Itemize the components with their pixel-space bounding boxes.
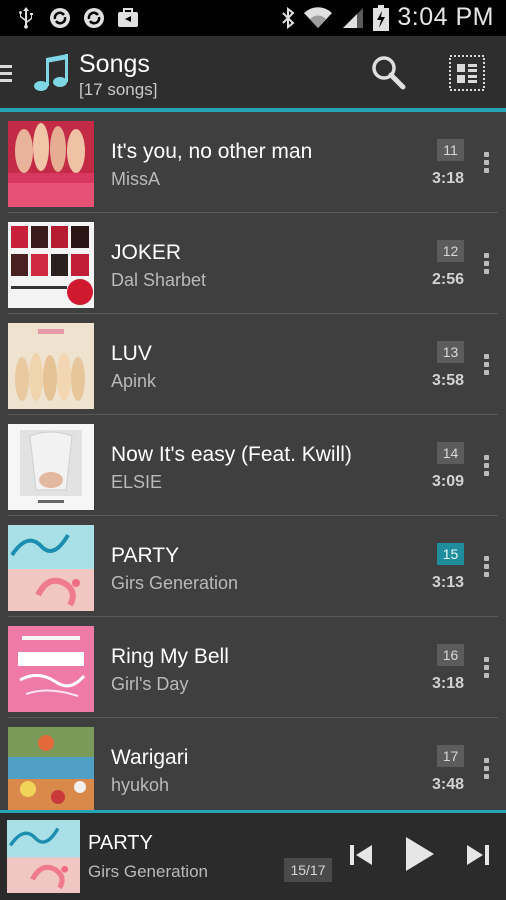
more-options-icon[interactable] xyxy=(484,556,490,578)
music-note-icon[interactable] xyxy=(32,54,70,94)
album-art xyxy=(8,626,94,712)
status-time: 3:04 PM xyxy=(397,3,494,31)
sync-icon xyxy=(84,8,104,28)
album-art xyxy=(8,222,94,308)
next-track-icon[interactable] xyxy=(465,842,491,868)
previous-track-icon[interactable] xyxy=(348,842,374,868)
list-item[interactable]: JOKER Dal Sharbet 12 2:56 xyxy=(0,213,506,314)
play-icon[interactable] xyxy=(402,835,436,873)
track-number-badge: 16 xyxy=(437,644,464,666)
more-options-icon[interactable] xyxy=(484,657,490,679)
track-number-badge: 14 xyxy=(437,442,464,464)
album-art xyxy=(8,525,94,611)
song-artist: MissA xyxy=(111,169,160,189)
track-number-badge: 12 xyxy=(437,240,464,262)
album-art xyxy=(8,323,94,409)
now-playing-artist: Girs Generation xyxy=(88,862,208,881)
search-icon[interactable] xyxy=(370,54,406,90)
more-options-icon[interactable] xyxy=(484,455,490,477)
sync-icon xyxy=(50,8,70,28)
song-duration: 2:56 xyxy=(431,271,464,288)
song-duration: 3:18 xyxy=(431,170,464,187)
now-playing-album-art[interactable] xyxy=(7,820,80,893)
song-title: PARTY xyxy=(111,544,180,567)
view-mode-icon[interactable] xyxy=(448,54,486,92)
list-item[interactable]: Now It's easy (Feat. Kwill) ELSIE 14 3:0… xyxy=(0,415,506,516)
album-art xyxy=(8,121,94,207)
more-options-icon[interactable] xyxy=(484,152,490,174)
song-duration: 3:09 xyxy=(431,473,464,490)
track-number-badge: 11 xyxy=(437,139,464,161)
track-number-badge: 17 xyxy=(437,745,464,767)
song-title: Now It's easy (Feat. Kwill) xyxy=(111,443,352,466)
song-title: Warigari xyxy=(111,746,189,769)
now-playing-bar[interactable]: PARTY Girs Generation 15/17 xyxy=(0,810,506,900)
page-title: Songs xyxy=(79,50,150,78)
signal-icon xyxy=(343,7,364,28)
song-count: [17 songs] xyxy=(79,80,158,99)
track-number-badge: 15 xyxy=(437,543,464,565)
drawer-menu-icon[interactable] xyxy=(0,64,12,82)
album-art xyxy=(8,727,94,812)
song-artist: Girl's Day xyxy=(111,674,189,694)
song-title: LUV xyxy=(111,342,152,365)
more-options-icon[interactable] xyxy=(484,758,490,780)
action-bar: Songs [17 songs] xyxy=(0,36,506,109)
queue-position-badge: 15/17 xyxy=(284,858,332,882)
song-artist: Apink xyxy=(111,371,157,391)
wifi-icon xyxy=(304,6,333,28)
now-playing-divider xyxy=(0,810,506,813)
list-item[interactable]: It's you, no other man MissA 11 3:18 xyxy=(0,112,506,213)
now-playing-title: PARTY xyxy=(88,832,153,854)
more-options-icon[interactable] xyxy=(484,354,490,376)
song-duration: 3:48 xyxy=(431,776,464,793)
song-artist: Dal Sharbet xyxy=(111,270,207,290)
status-bar: 3:04 PM xyxy=(0,0,506,36)
song-duration: 3:13 xyxy=(431,574,464,591)
list-item[interactable]: Ring My Bell Girl's Day 16 3:18 xyxy=(0,617,506,718)
usb-icon xyxy=(19,7,33,29)
list-item[interactable]: Warigari hyukoh 17 3:48 xyxy=(0,718,506,812)
song-artist: ELSIE xyxy=(111,472,163,492)
bluetooth-icon xyxy=(282,6,295,29)
song-artist: hyukoh xyxy=(111,775,170,795)
album-art xyxy=(8,424,94,510)
battery-icon xyxy=(373,4,390,31)
song-title: It's you, no other man xyxy=(111,140,313,163)
more-options-icon[interactable] xyxy=(484,253,490,275)
song-artist: Girs Generation xyxy=(111,573,239,593)
song-duration: 3:58 xyxy=(431,372,464,389)
song-duration: 3:18 xyxy=(431,675,464,692)
song-list[interactable]: It's you, no other man MissA 11 3:18 JOK… xyxy=(0,112,506,812)
briefcase-icon xyxy=(118,8,138,27)
list-item[interactable]: LUV Apink 13 3:58 xyxy=(0,314,506,415)
list-item[interactable]: PARTY Girs Generation 15 3:13 xyxy=(0,516,506,617)
song-title: JOKER xyxy=(111,241,182,264)
song-title: Ring My Bell xyxy=(111,645,229,668)
track-number-badge: 13 xyxy=(437,341,464,363)
